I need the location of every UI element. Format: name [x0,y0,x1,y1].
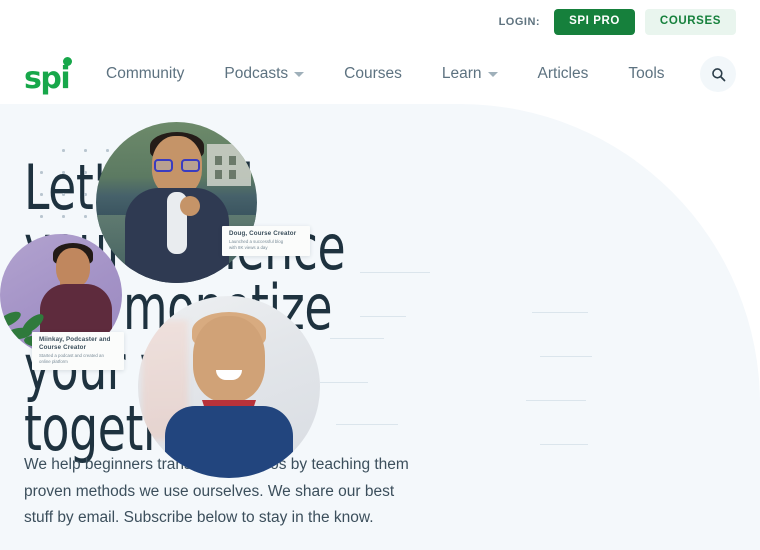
search-icon [711,67,725,81]
grid-dot [62,149,65,152]
hero-inner: Let's build your audience and monetize y… [0,104,760,550]
decorative-rule [526,400,586,401]
logo-wordmark: spi [24,61,71,96]
nav-item-articles[interactable]: Articles [518,65,609,83]
nav-item-learn[interactable]: Learn [422,65,518,83]
portrait-body [165,406,293,478]
testimonial-detail: Started a podcast and created an online … [39,353,104,365]
login-label: LOGIN: [498,16,541,28]
testimonial-caption-miinkay: Miinkay, Podcaster and Course Creator St… [32,332,124,371]
chevron-down-icon [487,71,498,77]
portrait-glasses [153,159,200,172]
grid-dot [40,171,43,174]
decorative-rule [540,444,588,445]
nav-item-courses[interactable]: Courses [324,65,422,83]
main-navigation-bar: spi Community Podcasts Courses Learn Art… [0,44,760,104]
top-utility-bar: LOGIN: SPI PRO COURSES [0,0,760,44]
nav-item-community[interactable]: Community [106,65,204,83]
search-button[interactable] [700,56,736,92]
nav-links: Community Podcasts Courses Learn Article… [106,65,700,83]
nav-label: Courses [344,65,402,82]
nav-label: Podcasts [224,65,289,82]
grid-dot [84,149,87,152]
nav-label: Community [106,65,185,82]
grid-dot [106,149,109,152]
testimonial-photo-third [138,296,320,478]
grid-dot [84,193,87,196]
grid-dot [84,215,87,218]
grid-dot [40,215,43,218]
hero-section: Let's build your audience and monetize y… [0,104,760,550]
nav-label: Articles [537,65,589,82]
nav-label: Tools [628,65,665,82]
background-building [207,144,251,186]
decorative-rule [540,356,592,357]
testimonial-name: Doug, Course Creator [229,230,297,237]
portrait-head [193,316,265,402]
grid-dot [62,193,65,196]
grid-dot [62,215,65,218]
chevron-down-icon [294,71,305,77]
nav-item-tools[interactable]: Tools [608,65,684,83]
portrait-hand [179,196,200,216]
logo-dot-icon [63,57,72,66]
grid-dot [62,171,65,174]
nav-label: Learn [441,65,482,82]
decorative-rule [532,312,588,313]
testimonial-caption-doug: Doug, Course Creator Launched a successf… [222,226,310,257]
spi-pro-login-button[interactable]: SPI PRO [554,9,635,35]
grid-dot [84,171,87,174]
testimonial-photo-doug [96,122,257,283]
spi-logo[interactable]: spi [24,54,76,94]
testimonial-detail: Launched a successful blog with 8K views… [229,239,284,251]
nav-item-podcasts[interactable]: Podcasts [204,65,324,83]
testimonial-name: Miinkay, Podcaster and Course Creator [39,336,111,352]
courses-login-button[interactable]: COURSES [644,9,736,35]
grid-dot [40,193,43,196]
decorative-rule [360,272,430,273]
